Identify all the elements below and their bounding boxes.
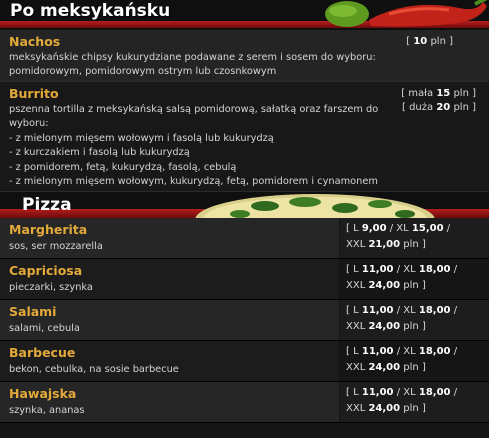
pizza-name: Margherita bbox=[9, 222, 88, 237]
pizza-prices: [ L 9,00 / XL 15,00 / XXL 21,00 pln ] bbox=[340, 218, 489, 258]
price-line-l-xl: [ L 11,00 / XL 18,00 / bbox=[346, 346, 458, 357]
pizza-section-title: Pizza bbox=[22, 195, 72, 215]
pizza-row: Capriciosa pieczarki, szynka [ L 11,00 / X… bbox=[0, 259, 489, 300]
pizza-description: pieczarki, szynka bbox=[9, 282, 93, 293]
pizza-section-header: Pizza bbox=[0, 192, 489, 218]
menu-item-nachos: Nachos meksykańskie chipsy kukurydziane … bbox=[0, 30, 489, 82]
pizza-row: Barbecue bekon, cebulka, na sosie barbecu… bbox=[0, 341, 489, 382]
pizza-description: bekon, cebulka, na sosie barbecue bbox=[9, 364, 179, 375]
pizza-description: szynka, ananas bbox=[9, 405, 85, 416]
pizza-description: salami, cebula bbox=[9, 323, 80, 334]
menu-item-burrito: Burrito pszenna tortilla z meksykańską s… bbox=[0, 82, 489, 192]
mexican-section-header: Po meksykańsku bbox=[0, 0, 489, 30]
price-line-xxl: XXL 24,00 pln ] bbox=[346, 320, 426, 332]
price-nachos: [ 10 pln ] bbox=[406, 36, 453, 47]
pizza-prices: [ L 11,00 / XL 18,00 / XXL 24,00 pln ] bbox=[340, 382, 489, 422]
item-description: meksykańskie chipsy kukurydziane podawan… bbox=[9, 52, 376, 78]
pizza-info: Salami salami, cebula bbox=[0, 300, 339, 340]
pizza-info: Margherita sos, ser mozzarella bbox=[0, 218, 339, 258]
mexican-section-title: Po meksykańsku bbox=[10, 1, 171, 21]
pizza-name: Capriciosa bbox=[9, 263, 83, 278]
pizza-info: Hawajska szynka, ananas bbox=[0, 382, 339, 422]
price-burrito-large: [ duża 20 pln ] bbox=[401, 102, 476, 113]
price-burrito-small: [ mała 15 pln ] bbox=[401, 88, 476, 99]
pizza-list: Margherita sos, ser mozzarella [ L 9,00 / … bbox=[0, 218, 489, 423]
chili-pepper-icon bbox=[325, 0, 488, 27]
pizza-info: Barbecue bekon, cebulka, na sosie barbecu… bbox=[0, 341, 339, 381]
pizza-name: Salami bbox=[9, 304, 57, 319]
pizza-name: Barbecue bbox=[9, 345, 76, 360]
price-line-xxl: XXL 24,00 pln ] bbox=[346, 279, 426, 291]
price-line-xxl: XXL 24,00 pln ] bbox=[346, 361, 426, 373]
pizza-description: sos, ser mozzarella bbox=[9, 241, 103, 252]
pizza-prices: [ L 11,00 / XL 18,00 / XXL 24,00 pln ] bbox=[340, 300, 489, 340]
pizza-row: Margherita sos, ser mozzarella [ L 9,00 / … bbox=[0, 218, 489, 259]
price-line-l-xl: [ L 11,00 / XL 18,00 / bbox=[346, 387, 458, 398]
price-line-l-xl: [ L 9,00 / XL 15,00 / bbox=[346, 223, 451, 234]
pizza-prices: [ L 11,00 / XL 18,00 / XXL 24,00 pln ] bbox=[340, 259, 489, 299]
pizza-prices: [ L 11,00 / XL 18,00 / XXL 24,00 pln ] bbox=[340, 341, 489, 381]
price-line-l-xl: [ L 11,00 / XL 18,00 / bbox=[346, 264, 458, 275]
price-line-xxl: XXL 24,00 pln ] bbox=[346, 402, 426, 414]
pizza-row: Hawajska szynka, ananas [ L 11,00 / XL 18,… bbox=[0, 382, 489, 423]
pizza-info: Capriciosa pieczarki, szynka bbox=[0, 259, 339, 299]
pizza-image bbox=[195, 194, 435, 218]
price-line-xxl: XXL 21,00 pln ] bbox=[346, 238, 426, 250]
pizza-row: Salami salami, cebula [ L 11,00 / XL 18,00… bbox=[0, 300, 489, 341]
pizza-name: Hawajska bbox=[9, 386, 77, 401]
price-line-l-xl: [ L 11,00 / XL 18,00 / bbox=[346, 305, 458, 316]
item-description: pszenna tortilla z meksykańską salsą pom… bbox=[9, 104, 379, 188]
